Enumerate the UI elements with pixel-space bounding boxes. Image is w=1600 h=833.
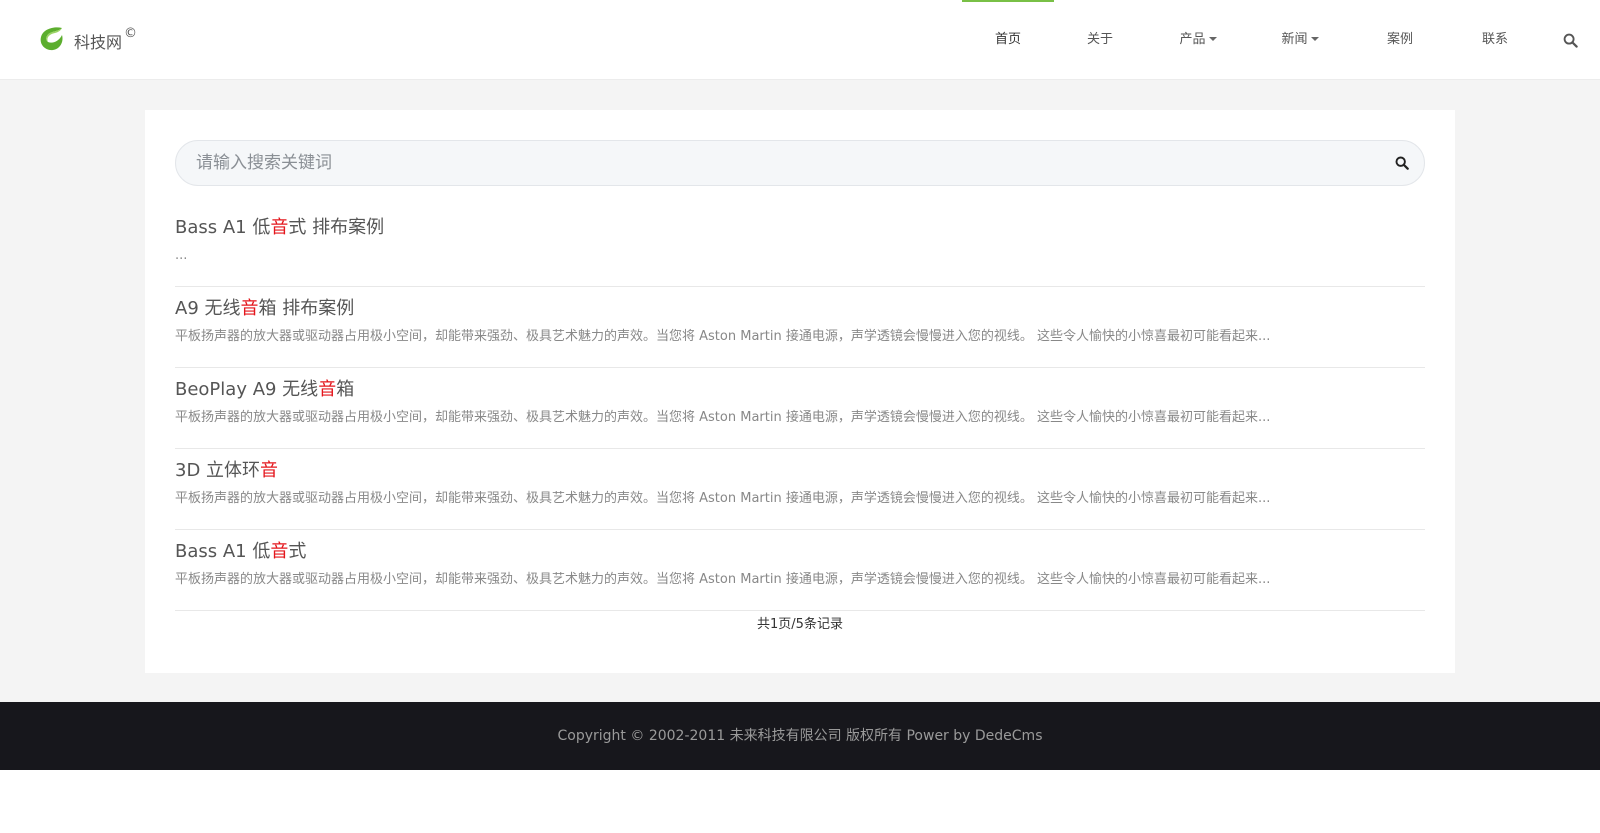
pagination-info: 共1页/5条记录 bbox=[757, 617, 843, 632]
title-text: 箱 排布案例 bbox=[258, 298, 355, 319]
nav-label: 首页 bbox=[994, 32, 1021, 47]
keyword-highlight: 音 bbox=[240, 298, 259, 319]
nav-item-news[interactable]: 新闻 bbox=[1250, 0, 1350, 80]
nav-label: 新闻 bbox=[1281, 32, 1308, 47]
keyword-highlight: 音 bbox=[260, 460, 279, 481]
result-description: 平板扬声器的放大器或驱动器占用极小空间，却能带来强劲、极具艺术魅力的声效。当您将… bbox=[175, 572, 1271, 587]
title-text: 式 排布案例 bbox=[288, 217, 385, 238]
result-item: A9 无线音箱 排布案例 平板扬声器的放大器或驱动器占用极小空间，却能带来强劲、… bbox=[175, 287, 1425, 368]
search-box bbox=[175, 140, 1425, 186]
result-title-link[interactable]: 3D 立体环音 bbox=[175, 457, 1425, 485]
caret-down-icon bbox=[1310, 36, 1319, 41]
result-description: 平板扬声器的放大器或驱动器占用极小空间，却能带来强劲、极具艺术魅力的声效。当您将… bbox=[175, 329, 1271, 344]
result-title-link[interactable]: BeoPlay A9 无线音箱 bbox=[175, 376, 1425, 404]
leaf-logo-icon bbox=[40, 27, 63, 51]
site-name: 科技网 bbox=[74, 33, 123, 52]
caret-down-icon bbox=[1208, 36, 1217, 41]
title-text: BeoPlay A9 无线 bbox=[175, 379, 319, 400]
result-item: Bass A1 低音式 平板扬声器的放大器或驱动器占用极小空间，却能带来强劲、极… bbox=[175, 530, 1425, 611]
keyword-highlight: 音 bbox=[318, 379, 337, 400]
result-item: BeoPlay A9 无线音箱 平板扬声器的放大器或驱动器占用极小空间，却能带来… bbox=[175, 368, 1425, 449]
nav-item-cases[interactable]: 案例 bbox=[1350, 0, 1450, 80]
main-area: Bass A1 低音式 排布案例 ... A9 无线音箱 排布案例 平板扬声器的… bbox=[0, 80, 1600, 702]
nav-item-home[interactable]: 首页 bbox=[962, 0, 1054, 80]
nav-item-contact[interactable]: 联系 bbox=[1450, 0, 1540, 80]
search-icon bbox=[1563, 33, 1578, 48]
search-icon bbox=[1395, 156, 1409, 170]
site-header: 科技网 © 首页 关于 产品 新闻 案例 联系 bbox=[0, 0, 1600, 80]
site-footer: Copyright © 2002-2011 未来科技有限公司 版权所有 Powe… bbox=[0, 702, 1600, 770]
title-text: Bass A1 低 bbox=[175, 217, 271, 238]
title-text: Bass A1 低 bbox=[175, 541, 271, 562]
results-list: Bass A1 低音式 排布案例 ... A9 无线音箱 排布案例 平板扬声器的… bbox=[175, 206, 1425, 611]
nav-label: 产品 bbox=[1179, 32, 1206, 47]
keyword-highlight: 音 bbox=[270, 541, 289, 562]
copyright-text: Copyright © 2002-2011 未来科技有限公司 版权所有 Powe… bbox=[557, 728, 1043, 744]
nav-item-about[interactable]: 关于 bbox=[1054, 0, 1146, 80]
copyright-mark: © bbox=[124, 26, 138, 41]
result-title-link[interactable]: Bass A1 低音式 bbox=[175, 538, 1425, 566]
nav-label: 案例 bbox=[1386, 32, 1413, 47]
site-logo[interactable]: 科技网 © bbox=[38, 22, 137, 56]
nav-item-products[interactable]: 产品 bbox=[1146, 0, 1250, 80]
keyword-highlight: 音 bbox=[270, 217, 289, 238]
title-text: 箱 bbox=[336, 379, 355, 400]
result-title-link[interactable]: A9 无线音箱 排布案例 bbox=[175, 295, 1425, 323]
search-results-card: Bass A1 低音式 排布案例 ... A9 无线音箱 排布案例 平板扬声器的… bbox=[145, 110, 1455, 673]
title-text: A9 无线 bbox=[175, 298, 241, 319]
title-text: 3D 立体环 bbox=[175, 460, 261, 481]
result-description: 平板扬声器的放大器或驱动器占用极小空间，却能带来强劲、极具艺术魅力的声效。当您将… bbox=[175, 491, 1271, 506]
result-description: ... bbox=[175, 248, 188, 263]
result-title-link[interactable]: Bass A1 低音式 排布案例 bbox=[175, 214, 1425, 242]
main-nav: 首页 关于 产品 新闻 案例 联系 bbox=[962, 0, 1600, 80]
nav-label: 关于 bbox=[1086, 32, 1113, 47]
nav-label: 联系 bbox=[1481, 32, 1508, 47]
search-input[interactable] bbox=[176, 141, 1376, 185]
title-text: 式 bbox=[288, 541, 307, 562]
result-item: 3D 立体环音 平板扬声器的放大器或驱动器占用极小空间，却能带来强劲、极具艺术魅… bbox=[175, 449, 1425, 530]
nav-search-button[interactable] bbox=[1540, 0, 1600, 80]
result-item: Bass A1 低音式 排布案例 ... bbox=[175, 206, 1425, 287]
result-description: 平板扬声器的放大器或驱动器占用极小空间，却能带来强劲、极具艺术魅力的声效。当您将… bbox=[175, 410, 1271, 425]
search-submit-button[interactable] bbox=[1392, 153, 1412, 173]
